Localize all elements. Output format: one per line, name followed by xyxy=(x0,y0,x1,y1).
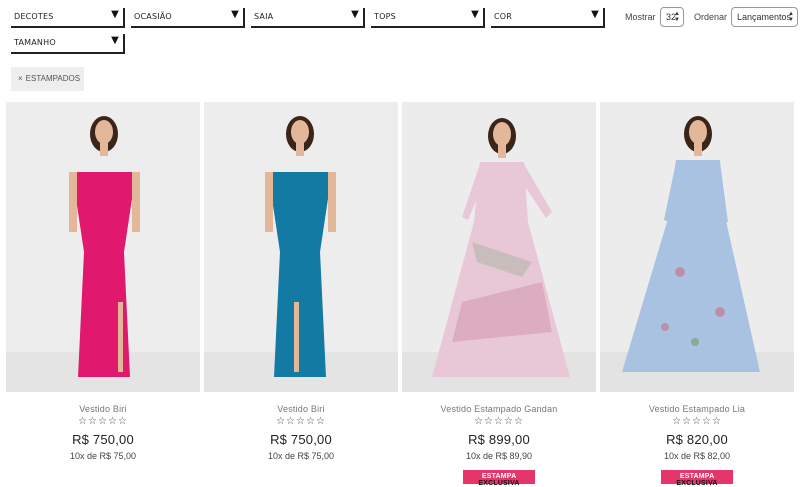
active-filter-chip[interactable]: × ESTAMPADOS xyxy=(11,67,84,91)
rating-stars-icon: ☆☆☆☆☆ xyxy=(276,416,326,427)
chevron-down-icon: ▼ xyxy=(591,9,599,20)
product-image[interactable] xyxy=(204,102,398,392)
product-image[interactable] xyxy=(6,102,200,392)
filter-cor-label: COR xyxy=(494,12,513,21)
chevron-down-icon: ▼ xyxy=(111,9,119,20)
product-card[interactable]: Vestido Estampado Lia ☆☆☆☆☆ R$ 820,00 10… xyxy=(600,102,794,487)
dress-photo-illustration xyxy=(402,102,596,392)
chevron-down-icon: ▼ xyxy=(471,9,479,20)
sort-value: Lançamentos xyxy=(737,12,792,22)
product-price: R$ 750,00 xyxy=(72,432,134,447)
stepper-arrows-icon: ▲ ▼ xyxy=(788,11,794,23)
filter-decotes-label: DECOTES xyxy=(14,12,54,21)
filter-tops-label: TOPS xyxy=(374,12,396,21)
product-price: R$ 820,00 xyxy=(666,432,728,447)
badge-part2: EXCLUSIVA xyxy=(676,480,718,487)
filter-saia[interactable]: SAIA ▼ xyxy=(251,8,365,28)
show-label: Mostrar xyxy=(625,12,656,22)
chevron-down-icon: ▼ xyxy=(111,35,119,46)
filter-decotes[interactable]: DECOTES ▼ xyxy=(11,8,125,28)
product-name[interactable]: Vestido Estampado Gandan xyxy=(402,404,596,414)
product-card[interactable]: Vestido Biri ☆☆☆☆☆ R$ 750,00 10x de R$ 7… xyxy=(204,102,398,461)
filter-cor[interactable]: COR ▼ xyxy=(491,8,605,28)
product-card[interactable]: Vestido Estampado Gandan ☆☆☆☆☆ R$ 899,00… xyxy=(402,102,596,487)
filter-tamanho[interactable]: TAMANHO ▼ xyxy=(11,34,125,54)
dress-photo-illustration xyxy=(6,102,200,392)
product-name[interactable]: Vestido Biri xyxy=(204,404,398,414)
filter-ocasiao[interactable]: OCASIÃO ▼ xyxy=(131,8,245,28)
product-price: R$ 750,00 xyxy=(270,432,332,447)
exclusive-print-badge: ESTAMPA EXCLUSIVA xyxy=(463,470,535,487)
active-filter-label: ESTAMPADOS xyxy=(25,74,81,83)
product-card[interactable]: Vestido Biri ☆☆☆☆☆ R$ 750,00 10x de R$ 7… xyxy=(6,102,200,461)
sort-label: Ordenar xyxy=(694,12,728,22)
rating-stars-icon: ☆☆☆☆☆ xyxy=(672,416,722,427)
filter-saia-label: SAIA xyxy=(254,12,274,21)
product-name[interactable]: Vestido Estampado Lia xyxy=(600,404,794,414)
rating-stars-icon: ☆☆☆☆☆ xyxy=(78,416,128,427)
product-installments: 10x de R$ 82,00 xyxy=(663,451,731,461)
filter-ocasiao-label: OCASIÃO xyxy=(134,12,172,21)
exclusive-print-badge: ESTAMPA EXCLUSIVA xyxy=(661,470,733,487)
rating-stars-icon: ☆☆☆☆☆ xyxy=(474,416,524,427)
product-price: R$ 899,00 xyxy=(468,432,530,447)
stepper-arrows-icon: ▲ ▼ xyxy=(674,11,680,23)
close-icon[interactable]: × xyxy=(18,74,23,83)
badge-part1: ESTAMPA xyxy=(481,473,517,480)
show-count-select[interactable]: 32 ▲ ▼ xyxy=(660,7,684,27)
product-installments: 10x de R$ 75,00 xyxy=(69,451,137,461)
product-installments: 10x de R$ 89,90 xyxy=(465,451,533,461)
badge-part2: EXCLUSIVA xyxy=(478,480,520,487)
product-image[interactable] xyxy=(402,102,596,392)
filter-tamanho-label: TAMANHO xyxy=(14,38,56,47)
product-installments: 10x de R$ 75,00 xyxy=(267,451,335,461)
filter-tops[interactable]: TOPS ▼ xyxy=(371,8,485,28)
badge-part1: ESTAMPA xyxy=(679,473,715,480)
product-name[interactable]: Vestido Biri xyxy=(6,404,200,414)
product-image[interactable] xyxy=(600,102,794,392)
chevron-down-icon: ▼ xyxy=(231,9,239,20)
dress-photo-illustration xyxy=(204,102,398,392)
sort-select[interactable]: Lançamentos ▲ ▼ xyxy=(731,7,798,27)
chevron-down-icon: ▼ xyxy=(351,9,359,20)
dress-photo-illustration xyxy=(600,102,794,392)
